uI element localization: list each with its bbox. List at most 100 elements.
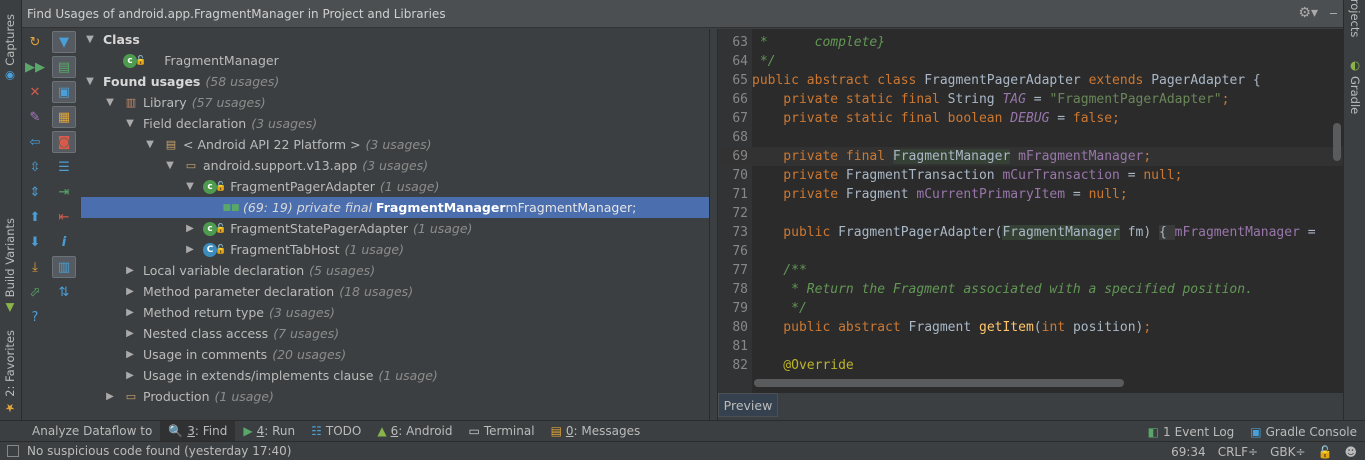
- group-by-type-icon[interactable]: ▤: [52, 56, 76, 78]
- projects-tab[interactable]: Projects: [1348, 0, 1362, 37]
- tree-node-found-usages[interactable]: ▼ Found usages (58 usages): [81, 71, 709, 92]
- messages-icon: ▤: [550, 424, 562, 438]
- collapsed-arrow-icon[interactable]: ▶: [123, 328, 137, 339]
- tree-node-class[interactable]: ▼ Class: [81, 29, 709, 50]
- sort-icon[interactable]: ⇅: [52, 281, 76, 303]
- package-icon: ▭: [185, 159, 197, 172]
- collapsed-arrow-icon[interactable]: ▶: [123, 349, 137, 360]
- folder-icon: ▭: [125, 390, 137, 403]
- preview-tab[interactable]: Preview: [718, 393, 778, 417]
- filter-icon[interactable]: ▼: [52, 31, 76, 53]
- captures-icon: ◉: [3, 69, 17, 84]
- expanded-arrow-icon[interactable]: ▼: [83, 34, 97, 45]
- window-title: Find Usages of android.app.FragmentManag…: [27, 6, 446, 21]
- code-line: 64 */: [732, 54, 776, 69]
- collapsed-arrow-icon[interactable]: ▶: [183, 244, 197, 255]
- autoscroll-icon[interactable]: ☰: [52, 156, 76, 178]
- panel-splitter[interactable]: [709, 29, 718, 420]
- navigate-next-icon[interactable]: ⇥: [52, 181, 76, 203]
- code-line: 77 /**: [732, 263, 807, 278]
- close-icon[interactable]: ✕: [23, 81, 47, 103]
- android-tab[interactable]: ▲ 6: Android: [369, 421, 460, 442]
- expand-all-green-icon[interactable]: ▶▶: [23, 56, 47, 78]
- gradle-console-tab[interactable]: ▣ Gradle Console: [1242, 421, 1365, 442]
- collapsed-arrow-icon[interactable]: ▶: [123, 370, 137, 381]
- tree-node-production[interactable]: ▶ ▭ Production (1 usage): [81, 386, 709, 407]
- tree-node-usage-line[interactable]: ■■ (69: 19) private final FragmentManage…: [81, 197, 709, 218]
- expanded-arrow-icon[interactable]: ▼: [103, 97, 117, 108]
- rerun-icon[interactable]: ↻: [23, 31, 47, 53]
- run-tab[interactable]: ▶ 4: Run: [235, 421, 303, 442]
- file-encoding[interactable]: GBK÷: [1270, 445, 1305, 459]
- collapsed-arrow-icon[interactable]: ▶: [103, 391, 117, 402]
- event-log-tab[interactable]: ◧ 1 Event Log: [1140, 421, 1243, 442]
- tree-node-package[interactable]: ▼ ▭ android.support.v13.app (3 usages): [81, 155, 709, 176]
- collapsed-arrow-icon[interactable]: ▶: [183, 223, 197, 234]
- tree-node-local-variable[interactable]: ▶ Local variable declaration (5 usages): [81, 260, 709, 281]
- tree-node-method-parameter[interactable]: ▶ Method parameter declaration (18 usage…: [81, 281, 709, 302]
- lock-status-icon[interactable]: 🔓: [1318, 445, 1333, 459]
- code-preview[interactable]: 63 * complete} 64 */ 65 public abstract c…: [718, 29, 1343, 393]
- inspector-icon[interactable]: ☻: [1344, 445, 1357, 459]
- pin-icon[interactable]: ✎: [23, 106, 47, 128]
- expanded-arrow-icon[interactable]: ▼: [123, 118, 137, 129]
- code-line: 80 public abstract Fragment getItem(int …: [732, 320, 1152, 335]
- horizontal-scrollbar[interactable]: [754, 379, 1124, 387]
- find-tab[interactable]: 🔍 3: Find: [160, 420, 236, 442]
- gradle-tab[interactable]: ◐ Gradle: [1348, 58, 1362, 114]
- tree-node-method-return-type[interactable]: ▶ Method return type (3 usages): [81, 302, 709, 323]
- tree-node-field-declaration[interactable]: ▼ Field declaration (3 usages): [81, 113, 709, 134]
- previous-occurrence-icon[interactable]: ⇦: [23, 131, 47, 153]
- collapsed-arrow-icon[interactable]: ▶: [123, 265, 137, 276]
- tree-node-fragmentstatepageradapter[interactable]: ▶ c 🔓 FragmentStatePagerAdapter (1 usage): [81, 218, 709, 239]
- group-by-package-icon[interactable]: ▦: [52, 106, 76, 128]
- favorites-tab[interactable]: ★ 2: Favorites: [3, 330, 17, 415]
- find-panel-header: Find Usages of android.app.FragmentManag…: [22, 0, 1343, 28]
- expand-all-icon[interactable]: ⇳: [23, 156, 47, 178]
- tree-node-fragmentpageradapter[interactable]: ▼ c 🔓 FragmentPagerAdapter (1 usage): [81, 176, 709, 197]
- todo-tab[interactable]: ☷ TODO: [303, 421, 369, 442]
- export-icon[interactable]: ⤓: [23, 256, 47, 278]
- toggle-tool-windows-icon[interactable]: [7, 445, 19, 457]
- expanded-arrow-icon[interactable]: ▼: [163, 160, 177, 171]
- analyze-dataflow-tab[interactable]: Analyze Dataflow to: [0, 421, 160, 442]
- vertical-scrollbar[interactable]: [1333, 123, 1341, 161]
- help-icon[interactable]: ?: [23, 306, 47, 328]
- expanded-arrow-icon[interactable]: ▼: [143, 139, 157, 150]
- tree-node-nested-class-access[interactable]: ▶ Nested class access (7 usages): [81, 323, 709, 344]
- left-tool-strip: ◉ Captures ▲ Build Variants ★ 2: Favorit…: [0, 0, 22, 420]
- down-arrow-icon[interactable]: ⬇: [23, 231, 47, 253]
- tree-node-fragmenttabhost[interactable]: ▶ C 🔓 FragmentTabHost (1 usage): [81, 239, 709, 260]
- collapse-all-icon[interactable]: ⇕: [23, 181, 47, 203]
- info-icon[interactable]: i: [52, 231, 76, 253]
- expanded-arrow-icon[interactable]: ▼: [83, 76, 97, 87]
- group-by-file-icon[interactable]: ◙: [52, 131, 76, 153]
- hide-icon[interactable]: ⎯: [1330, 5, 1337, 21]
- code-line: 67 private static final boolean DEBUG = …: [732, 111, 1120, 126]
- run-icon: ▶: [243, 424, 253, 438]
- tree-node-android-platform[interactable]: ▼ ▤ < Android API 22 Platform > (3 usage…: [81, 134, 709, 155]
- line-separator[interactable]: CRLF÷: [1218, 445, 1258, 459]
- up-arrow-icon[interactable]: ⬆: [23, 206, 47, 228]
- tree-node-extends-implements[interactable]: ▶ Usage in extends/implements clause (1 …: [81, 365, 709, 386]
- open-in-new-tab-icon[interactable]: ⬀: [23, 281, 47, 303]
- expanded-arrow-icon[interactable]: ▼: [183, 181, 197, 192]
- tree-node-library[interactable]: ▼ ▥ Library (57 usages): [81, 92, 709, 113]
- messages-tab[interactable]: ▤ 0: Messages: [543, 421, 649, 442]
- tree-node-fragmentmanager[interactable]: c 🔓 FragmentManager: [81, 50, 709, 71]
- build-variants-tab[interactable]: ▲ Build Variants: [3, 218, 17, 315]
- status-bar: No suspicious code found (yesterday 17:4…: [0, 441, 1365, 460]
- group-by-module-icon[interactable]: ▣: [52, 81, 76, 103]
- collapsed-arrow-icon[interactable]: ▶: [123, 307, 137, 318]
- terminal-tab[interactable]: ▭ Terminal: [461, 421, 543, 442]
- gradle-icon: ◐: [1348, 58, 1362, 72]
- tree-node-usage-in-comments[interactable]: ▶ Usage in comments (20 usages): [81, 344, 709, 365]
- collapsed-arrow-icon[interactable]: ▶: [123, 286, 137, 297]
- preview-toggle-icon[interactable]: ▥: [52, 256, 76, 278]
- caret-position[interactable]: 69:34: [1171, 445, 1206, 459]
- navigate-prev-icon[interactable]: ⇤: [52, 206, 76, 228]
- terminal-icon: ▭: [468, 424, 480, 438]
- gear-icon[interactable]: ⚙▾: [1298, 5, 1318, 21]
- captures-tab[interactable]: ◉ Captures: [3, 14, 17, 84]
- lock-icon: 🔓: [215, 223, 227, 234]
